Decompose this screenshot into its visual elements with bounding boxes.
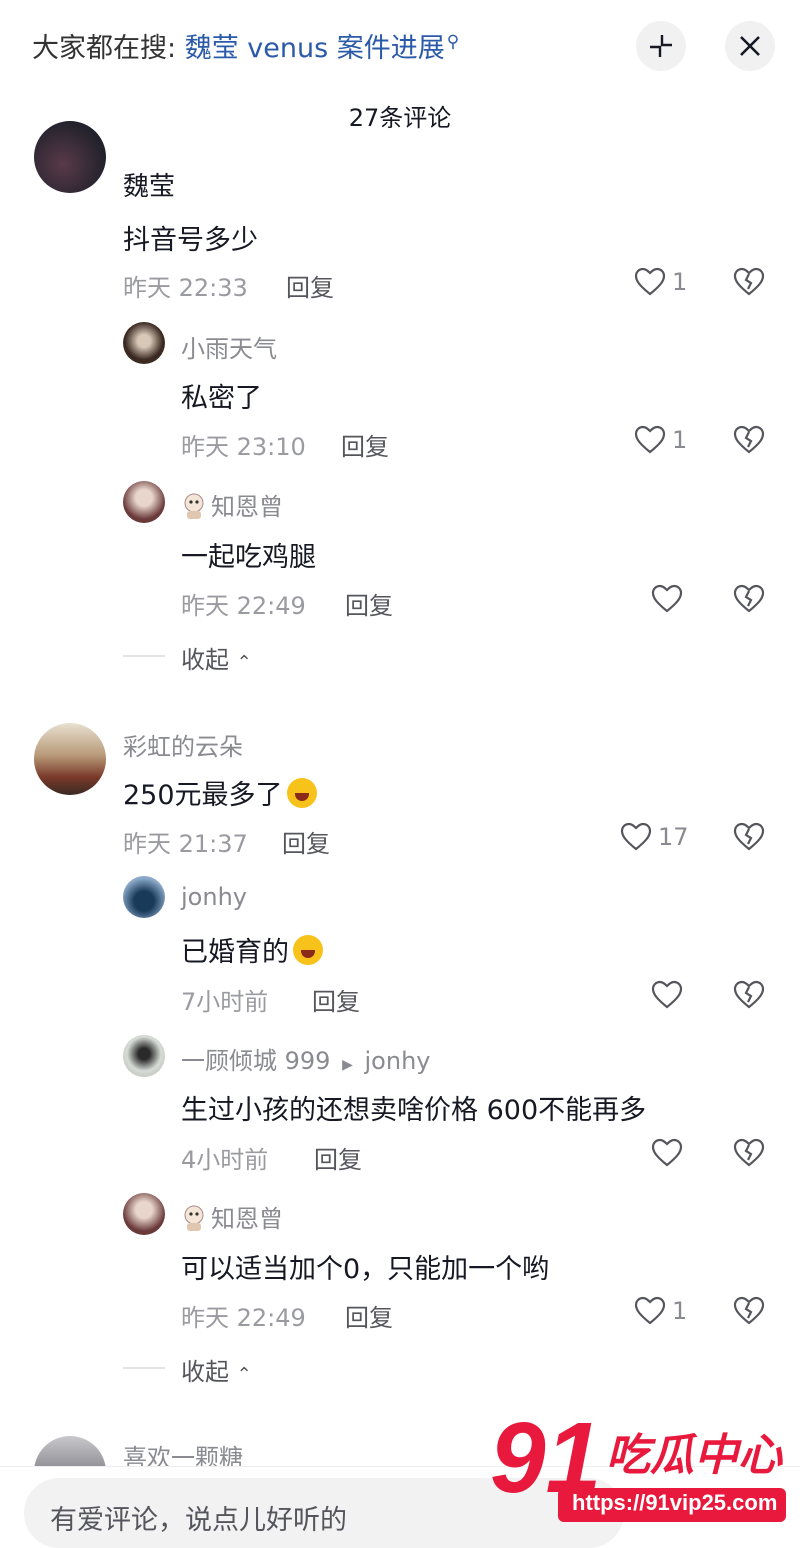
like-button[interactable]: 1 xyxy=(634,1296,687,1326)
reply-text: 私密了 xyxy=(181,383,262,414)
chevron-up-icon: ⌃ xyxy=(236,652,252,673)
avatar[interactable] xyxy=(123,1035,165,1077)
like-count: 1 xyxy=(672,1297,688,1325)
broken-heart-icon xyxy=(733,1296,765,1325)
avatar[interactable] xyxy=(123,1193,165,1235)
reply-button[interactable]: 回复 xyxy=(345,586,393,621)
collapse-replies-button[interactable]: 收起 ⌃ xyxy=(181,640,252,675)
like-button[interactable]: 1 xyxy=(634,425,687,455)
close-button[interactable] xyxy=(725,21,775,71)
avatar[interactable] xyxy=(34,121,106,193)
avatar[interactable] xyxy=(123,322,165,364)
broken-heart-icon xyxy=(733,584,765,613)
reply-author-row[interactable]: 知恩曾 xyxy=(181,487,283,522)
avatar[interactable] xyxy=(123,481,165,523)
like-count: 1 xyxy=(672,268,688,296)
like-button[interactable] xyxy=(651,1138,689,1168)
like-button[interactable] xyxy=(651,980,689,1010)
broken-heart-icon xyxy=(733,822,765,851)
reply-text: 已婚育的 xyxy=(181,937,289,968)
reply-button[interactable]: 回复 xyxy=(286,268,334,303)
heart-icon xyxy=(620,822,652,851)
avatar[interactable] xyxy=(34,723,106,795)
dislike-button[interactable] xyxy=(733,980,765,1014)
collapse-label: 收起 xyxy=(181,646,229,674)
reply-time: 7小时前 xyxy=(181,988,269,1016)
like-count: 1 xyxy=(672,426,688,454)
reply-text: 可以适当加个0，只能加一个哟 xyxy=(181,1254,550,1285)
reply-button[interactable]: 回复 xyxy=(345,1298,393,1333)
dislike-button[interactable] xyxy=(733,822,765,856)
like-count: 17 xyxy=(658,823,689,851)
broken-heart-icon xyxy=(733,425,765,454)
reply-author[interactable]: 知恩曾 xyxy=(211,1205,283,1233)
reply-author-row[interactable]: 知恩曾 xyxy=(181,1199,283,1234)
search-icon: ⚲ xyxy=(446,32,460,52)
minimize-button[interactable] xyxy=(636,21,686,71)
broken-heart-icon xyxy=(733,1138,765,1167)
svg-text:吃瓜中心: 吃瓜中心 xyxy=(606,1430,784,1481)
comment-count: 27条评论 xyxy=(348,104,452,132)
broken-heart-icon xyxy=(733,980,765,1009)
reply-button[interactable]: 回复 xyxy=(314,1140,362,1175)
heart-icon xyxy=(634,267,666,296)
comment-author[interactable]: 魏莹 xyxy=(123,166,175,203)
comment-time: 昨天 22:33 xyxy=(123,274,248,302)
heart-icon xyxy=(651,1138,683,1167)
like-button[interactable]: 17 xyxy=(620,822,689,852)
like-button[interactable]: 1 xyxy=(634,267,687,297)
collapse-replies-button[interactable]: 收起 ⌃ xyxy=(181,1352,252,1387)
reply-time: 昨天 22:49 xyxy=(181,1304,306,1332)
reply-author[interactable]: 知恩曾 xyxy=(211,493,283,521)
comment-text: 250元最多了 xyxy=(123,780,283,811)
chevron-up-icon: ⌃ xyxy=(236,1364,252,1385)
comment-text: 抖音号多少 xyxy=(123,225,258,256)
heart-icon xyxy=(634,425,666,454)
reply-time: 昨天 22:49 xyxy=(181,592,306,620)
reply-to-user[interactable]: jonhy xyxy=(365,1047,431,1075)
comment-input-placeholder: 有爱评论，说点儿好听的 xyxy=(50,1505,347,1536)
dislike-button[interactable] xyxy=(733,1138,765,1172)
reply-author-row[interactable]: 一顾倾城 999 ▶ jonhy xyxy=(181,1041,430,1076)
heart-icon xyxy=(651,584,683,613)
comment-time: 昨天 21:37 xyxy=(123,830,248,858)
comment-author[interactable]: 彩虹的云朵 xyxy=(123,727,243,762)
reply-text: 一起吃鸡腿 xyxy=(181,542,316,573)
dislike-button[interactable] xyxy=(733,584,765,618)
close-icon xyxy=(740,36,760,56)
trending-search-prefix: 大家都在搜: xyxy=(32,33,177,64)
reply-time: 昨天 23:10 xyxy=(181,433,306,461)
heart-icon xyxy=(651,980,683,1009)
reply-time: 4小时前 xyxy=(181,1146,269,1174)
avatar[interactable] xyxy=(123,876,165,918)
reply-author[interactable]: jonhy xyxy=(181,883,247,911)
reply-arrow-icon: ▶ xyxy=(342,1057,353,1073)
dog-sticker-icon xyxy=(184,1205,204,1231)
laughing-crying-emoji-icon xyxy=(286,778,317,808)
minimize-icon xyxy=(650,35,672,57)
collapse-label: 收起 xyxy=(181,1358,229,1386)
divider xyxy=(123,1367,165,1369)
laughing-crying-emoji-icon xyxy=(293,935,323,965)
reply-author[interactable]: 一顾倾城 999 xyxy=(181,1047,330,1075)
trending-search-keyword[interactable]: 魏莹 venus 案件进展 xyxy=(185,33,445,64)
heart-icon xyxy=(634,1296,666,1325)
reply-author[interactable]: 小雨天气 xyxy=(181,329,277,364)
dislike-button[interactable] xyxy=(733,1296,765,1330)
dislike-button[interactable] xyxy=(733,267,765,301)
dog-sticker-icon xyxy=(184,493,204,519)
comment-text-row: 250元最多了 xyxy=(123,773,317,812)
reply-button[interactable]: 回复 xyxy=(282,824,330,859)
reply-button[interactable]: 回复 xyxy=(312,982,360,1017)
divider xyxy=(123,655,165,657)
reply-button[interactable]: 回复 xyxy=(341,427,389,462)
watermark-url: https://91vip25.com xyxy=(572,1490,778,1515)
dislike-button[interactable] xyxy=(733,425,765,459)
like-button[interactable] xyxy=(651,584,689,614)
reply-text-row: 已婚育的 xyxy=(181,930,323,969)
reply-text: 生过小孩的还想卖啥价格 600不能再多 xyxy=(181,1095,647,1126)
broken-heart-icon xyxy=(733,267,765,296)
trending-search-bar[interactable]: 大家都在搜: 魏莹 venus 案件进展 ⚲ xyxy=(32,26,459,65)
